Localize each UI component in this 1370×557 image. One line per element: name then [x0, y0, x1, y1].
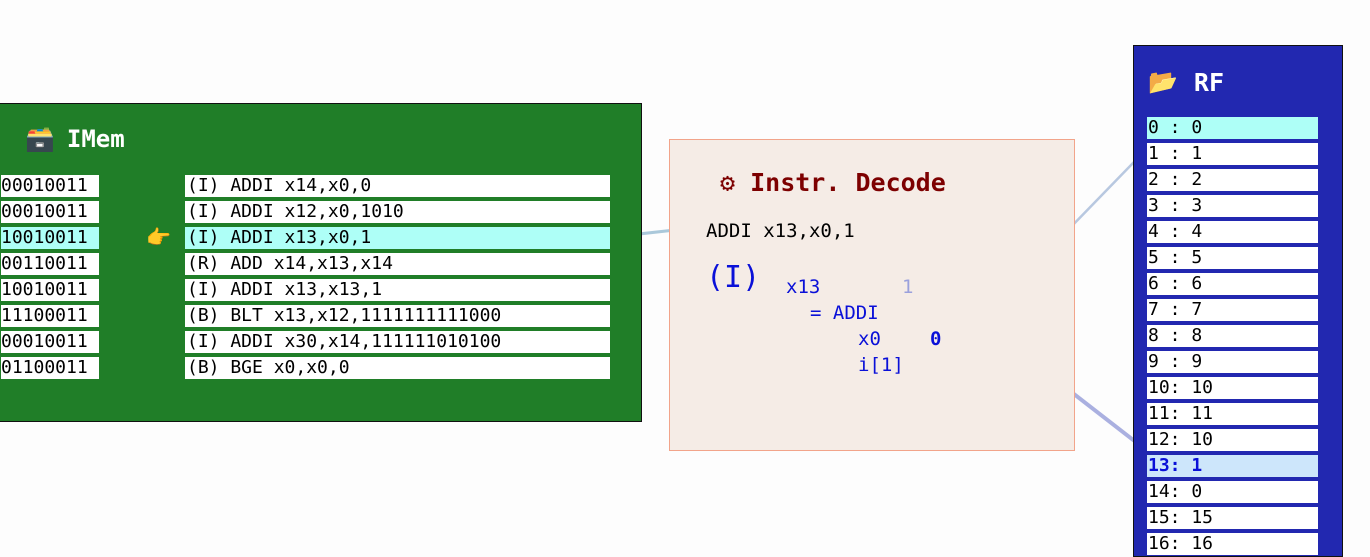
register-cell[interactable]: 12: 10 — [1147, 429, 1318, 451]
register-cell[interactable]: 6 : 6 — [1147, 273, 1318, 295]
imem-panel: 🗃️ IMem 00010011 (I) ADDI x14,x0,0 0001001… — [0, 103, 642, 422]
imem-instruction-cell[interactable]: (I) ADDI x13,x0,1 — [185, 227, 610, 249]
decoded-instruction: ADDI x13,x0,1 — [706, 220, 855, 242]
imem-instruction-cell[interactable]: (I) ADDI x13,x13,1 — [185, 279, 610, 301]
imem-header: 🗃️ IMem — [25, 122, 125, 156]
register-cell[interactable]: 7 : 7 — [1147, 299, 1318, 321]
imem-instruction-cell[interactable]: (I) ADDI x12,x0,1010 — [185, 201, 610, 223]
instruction-type: (I) — [706, 260, 761, 295]
register-cell[interactable]: 13: 1 — [1147, 455, 1318, 477]
card-file-box-icon: 🗃️ — [25, 125, 55, 153]
imem-binary-cell: 00010011 — [1, 331, 99, 353]
imem-binary-cell: 00010011 — [1, 175, 99, 197]
decode-panel: ⚙ Instr. Decode ADDI x13,x0,1 (I) x13 1 … — [669, 139, 1075, 451]
rf-header: 📂 RF — [1148, 64, 1224, 100]
source-register: x0 — [858, 328, 881, 350]
operation: = ADDI — [810, 302, 879, 324]
imem-binary-cell: 01100011 — [1, 357, 99, 379]
imem-binary-cell: 10010011 — [1, 279, 99, 301]
imem-instruction-cell[interactable]: (I) ADDI x14,x0,0 — [185, 175, 610, 197]
imem-instruction-cell[interactable]: (I) ADDI x30,x14,111111010100 — [185, 331, 610, 353]
imem-instruction-cell[interactable]: (B) BLT x13,x12,1111111111000 — [185, 305, 610, 327]
register-cell[interactable]: 2 : 2 — [1147, 169, 1318, 191]
imem-instruction-cell[interactable]: (B) BGE x0,x0,0 — [185, 357, 610, 379]
imem-binary-cell: 10010011 — [1, 227, 99, 249]
register-file-panel: 📂 RF 0 : 0 1 : 1 2 : 2 3 : 3 4 : 4 5 : 5 6 : 6… — [1133, 45, 1343, 557]
dest-register: x13 — [786, 276, 821, 298]
register-cell[interactable]: 9 : 9 — [1147, 351, 1318, 373]
imem-binary-cell: 00010011 — [1, 201, 99, 223]
source-value: 0 — [930, 328, 942, 350]
register-cell[interactable]: 10: 10 — [1147, 377, 1318, 399]
register-cell[interactable]: 1 : 1 — [1147, 143, 1318, 165]
register-cell[interactable]: 14: 0 — [1147, 481, 1318, 503]
register-cell[interactable]: 11: 11 — [1147, 403, 1318, 425]
register-cell[interactable]: 8 : 8 — [1147, 325, 1318, 347]
register-cell[interactable]: 15: 15 — [1147, 507, 1318, 529]
imem-title: IMem — [66, 125, 125, 153]
register-cell[interactable]: 0 : 0 — [1147, 117, 1318, 139]
decode-title: ⚙ Instr. Decode — [720, 168, 946, 197]
rf-title: RF — [1193, 67, 1224, 97]
pc-pointer-icon: 👉 — [146, 225, 171, 249]
open-folder-icon: 📂 — [1148, 68, 1178, 96]
register-cell[interactable]: 3 : 3 — [1147, 195, 1318, 217]
result-value: 1 — [902, 276, 914, 298]
register-cell[interactable]: 4 : 4 — [1147, 221, 1318, 243]
register-cell[interactable]: 16: 16 — [1147, 533, 1318, 555]
imem-instruction-cell[interactable]: (R) ADD x14,x13,x14 — [185, 253, 610, 275]
imem-binary-cell: 11100011 — [1, 305, 99, 327]
register-cell[interactable]: 5 : 5 — [1147, 247, 1318, 269]
immediate: i[1] — [858, 354, 904, 376]
imem-binary-cell: 00110011 — [1, 253, 99, 275]
